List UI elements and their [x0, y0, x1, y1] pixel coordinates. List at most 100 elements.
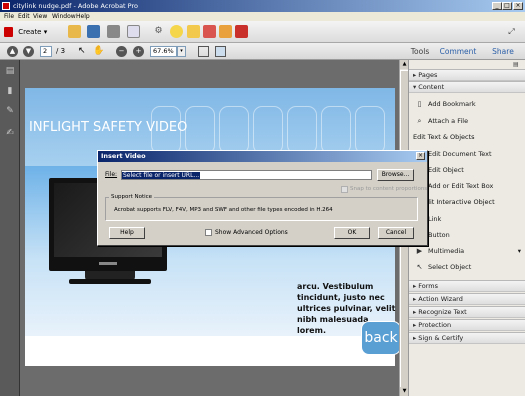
bookmark-icon: ▯ [417, 99, 422, 108]
chevron-down-icon: ▾ [43, 28, 48, 36]
add-text-box-label: Add or Edit Text Box [428, 182, 494, 190]
panel-protection-label: Protection [418, 321, 452, 329]
panel-forms[interactable]: ▸ Forms [409, 280, 525, 292]
chevron-right-icon: ▸ [413, 308, 417, 316]
video-title-heading: INFLIGHT SAFETY VIDEO [29, 120, 188, 135]
hand-tool-icon[interactable]: ✋ [93, 46, 104, 57]
dialog-close-button[interactable]: × [416, 152, 425, 160]
close-window-button[interactable]: × [513, 2, 523, 10]
edit-document-text-label: Edit Document Text [428, 150, 492, 158]
file-url-input[interactable]: Select file or insert URL... [121, 170, 372, 180]
zoom-dropdown-icon[interactable]: ▾ [177, 46, 186, 57]
multimedia-label: Multimedia [428, 247, 465, 255]
print-icon[interactable] [107, 25, 120, 38]
panel-pages[interactable]: ▸ Pages [409, 69, 525, 81]
panel-pages-label: Pages [418, 71, 438, 79]
save-icon[interactable] [87, 25, 100, 38]
panel-action-wizard[interactable]: ▸ Action Wizard [409, 293, 525, 305]
chevron-down-icon: ▾ [413, 83, 417, 91]
panel-content-label: Content [418, 83, 445, 91]
tab-comment[interactable]: Comment [439, 43, 477, 60]
chevron-right-icon: ▸ [413, 321, 417, 329]
link-label: Link [428, 215, 442, 223]
decor-panel [355, 106, 385, 154]
maximize-button[interactable]: □ [502, 2, 512, 10]
browse-button[interactable]: Browse... [377, 169, 414, 181]
add-bookmark-label: Add Bookmark [428, 100, 476, 108]
create-button[interactable]: Create ▾ [4, 25, 56, 39]
menu-bar: File Edit View Window Help [0, 12, 525, 21]
menu-file[interactable]: File [4, 12, 14, 21]
fit-width-icon[interactable] [198, 46, 209, 57]
menu-window[interactable]: Window [52, 12, 76, 21]
multimedia-icon: ▶ [416, 246, 423, 255]
show-advanced-label: Show Advanced Options [215, 229, 288, 236]
decor-panel [321, 106, 351, 154]
fit-page-icon[interactable] [215, 46, 226, 57]
document-sign-icon[interactable] [235, 25, 248, 38]
attach-file-label: Attach a File [428, 117, 469, 125]
panel-sign-certify[interactable]: ▸ Sign & Certify [409, 332, 525, 344]
attach-file-item[interactable]: ⌕ Attach a File [415, 115, 469, 127]
minimize-button[interactable]: _ [492, 2, 502, 10]
select-object-item[interactable]: ↖ Select Object [415, 261, 472, 273]
menu-help[interactable]: Help [76, 12, 90, 21]
zoom-out-icon[interactable]: − [116, 46, 127, 57]
select-object-label: Select Object [428, 263, 472, 271]
title-bar: citylink nudge.pdf - Adobe Acrobat Pro _… [0, 0, 525, 12]
add-bookmark-item[interactable]: ▯ Add Bookmark [415, 98, 476, 110]
next-page-icon[interactable]: ▼ [23, 46, 34, 57]
signature-icon[interactable]: ✍ [5, 128, 15, 139]
bookmark-icon[interactable]: ▮ [5, 86, 15, 97]
panel-protection[interactable]: ▸ Protection [409, 319, 525, 331]
button-label: Button [428, 231, 450, 239]
support-notice-title: Support Notice [109, 193, 155, 201]
tab-tools[interactable]: Tools [405, 43, 435, 60]
snap-proportions-label: Snap to content proportions [350, 186, 428, 192]
panel-options-icon[interactable]: ▤ [513, 62, 522, 68]
page-footer [25, 336, 395, 366]
menu-edit[interactable]: Edit [18, 12, 30, 21]
chevron-right-icon: ▸ [413, 282, 417, 290]
paperclip-icon[interactable]: ✎ [5, 106, 15, 117]
open-folder-icon[interactable] [68, 25, 81, 38]
acrobat-app-icon [2, 2, 10, 10]
chevron-right-icon: ▸ [413, 71, 417, 79]
ok-button[interactable]: OK [334, 227, 370, 239]
document-edit-icon[interactable] [219, 25, 232, 38]
menu-view[interactable]: View [33, 12, 47, 21]
email-icon[interactable] [127, 25, 140, 38]
zoom-input[interactable]: 67.6% [150, 46, 177, 57]
expand-icon[interactable]: ⤢ [505, 25, 518, 38]
snap-proportions-checkbox[interactable] [341, 186, 348, 193]
create-icon [4, 27, 13, 37]
previous-page-icon[interactable]: ▲ [7, 46, 18, 57]
multimedia-item[interactable]: ▶ Multimedia ▾ [415, 245, 521, 257]
decor-panel [287, 106, 317, 154]
chevron-right-icon: ▸ [413, 295, 417, 303]
main-toolbar: Create ▾ ⚙ ⤢ [0, 21, 525, 43]
page-number-input[interactable]: 2 [40, 46, 52, 57]
tab-share[interactable]: Share [488, 43, 518, 60]
panel-content[interactable]: ▾ Content [409, 81, 525, 93]
decor-panel [219, 106, 249, 154]
select-cursor-icon: ↖ [416, 262, 423, 271]
help-button[interactable]: Help [109, 227, 145, 239]
zoom-in-icon[interactable]: + [133, 46, 144, 57]
back-button[interactable]: back [361, 321, 401, 355]
comment-bubble-icon[interactable] [170, 25, 183, 38]
page-thumbnails-icon[interactable]: ▤ [5, 66, 15, 77]
panel-sign-certify-label: Sign & Certify [418, 334, 464, 342]
edit-section-label: Edit Text & Objects [413, 133, 475, 141]
show-advanced-checkbox[interactable] [205, 229, 212, 236]
tv-base [69, 279, 151, 284]
select-cursor-icon[interactable]: ↖ [78, 46, 86, 57]
panel-recognize-text[interactable]: ▸ Recognize Text [409, 306, 525, 318]
sticky-note-icon[interactable] [187, 25, 200, 38]
gear-icon[interactable]: ⚙ [152, 25, 165, 38]
insert-video-dialog: Insert Video × File: Select file or inse… [97, 150, 428, 246]
edit-object-label: Edit Object [428, 166, 464, 174]
panel-action-wizard-label: Action Wizard [418, 295, 463, 303]
document-share-icon[interactable] [203, 25, 216, 38]
cancel-button[interactable]: Cancel [378, 227, 414, 239]
